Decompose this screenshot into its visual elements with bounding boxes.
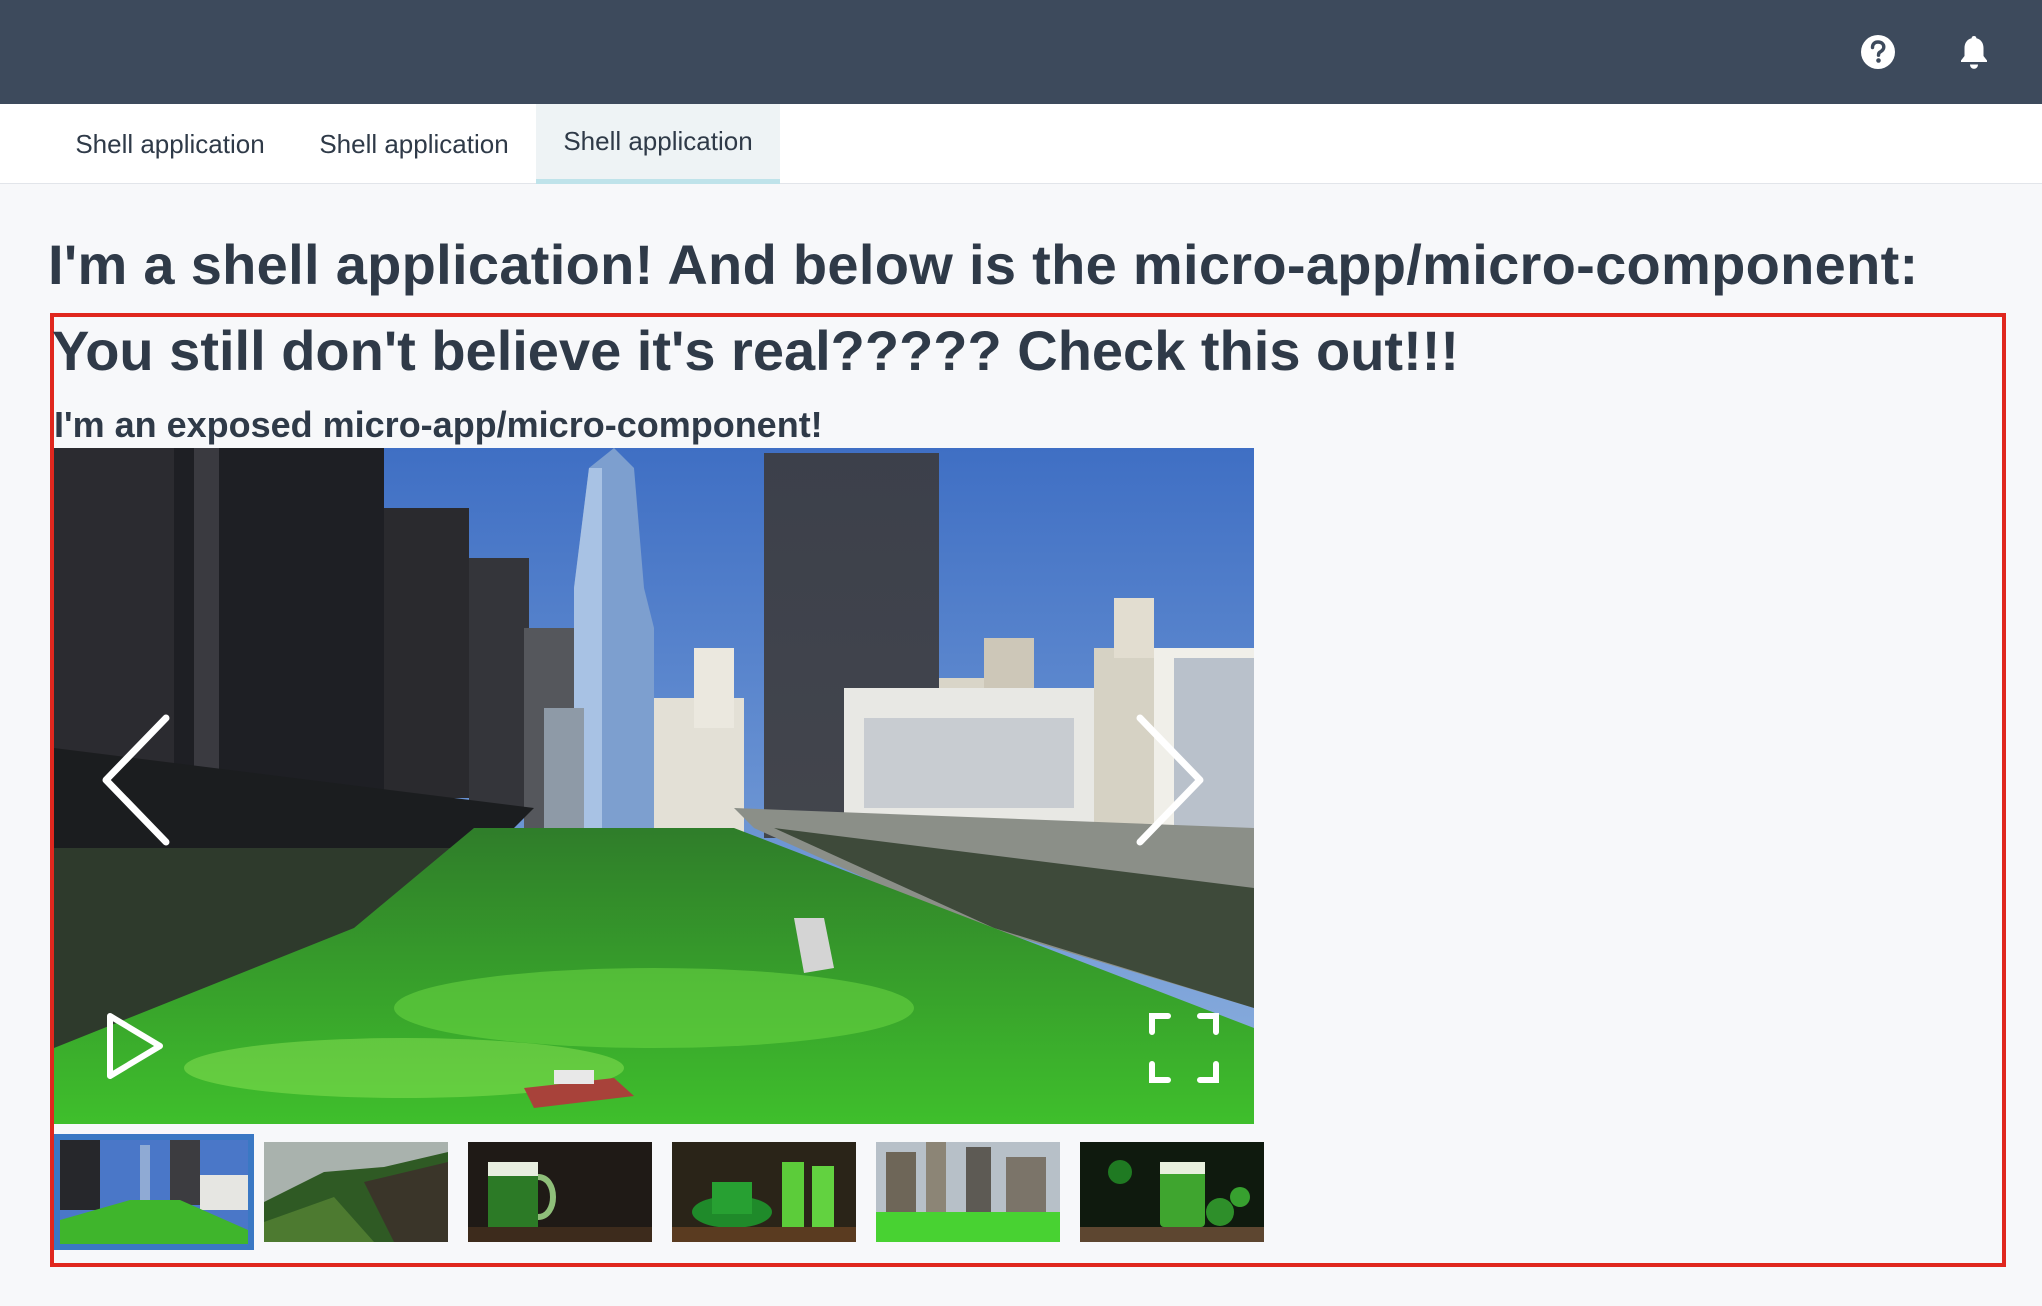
thumbnail-2[interactable] xyxy=(264,1142,448,1242)
thumbnail-image xyxy=(672,1142,856,1242)
previous-slide-button[interactable] xyxy=(94,710,184,850)
top-header-bar xyxy=(0,0,2042,104)
tab-bar: Shell application Shell application Shel… xyxy=(0,104,2042,184)
thumbnail-1[interactable] xyxy=(54,1134,254,1250)
bell-icon xyxy=(1961,36,1987,69)
notifications-button[interactable] xyxy=(1948,26,2000,78)
play-slideshow-button[interactable] xyxy=(100,1006,170,1086)
tab-shell-application-1[interactable]: Shell application xyxy=(52,104,288,184)
chevron-left-icon xyxy=(102,714,170,846)
thumbnail-6[interactable] xyxy=(1080,1142,1264,1242)
fullscreen-icon xyxy=(1149,1013,1219,1083)
thumbnail-image xyxy=(264,1142,448,1242)
thumbnail-5[interactable] xyxy=(876,1142,1060,1242)
image-gallery[interactable] xyxy=(54,448,1254,1124)
page-title: I'm a shell application! And below is th… xyxy=(48,233,1919,296)
thumbnail-image xyxy=(1080,1142,1264,1242)
micro-app-subtitle: I'm an exposed micro-app/micro-component… xyxy=(54,404,823,445)
thumbnail-4[interactable] xyxy=(672,1142,856,1242)
micro-app-title: You still don't believe it's real????? C… xyxy=(52,319,1460,382)
help-circle-icon xyxy=(1861,35,1895,69)
fullscreen-button[interactable] xyxy=(1144,1008,1224,1088)
thumbnail-image xyxy=(60,1140,248,1244)
tab-shell-application-3-active[interactable]: Shell application xyxy=(536,104,780,184)
next-slide-button[interactable] xyxy=(1122,710,1212,850)
gallery-main-image xyxy=(54,448,1254,1124)
thumbnail-image xyxy=(468,1142,652,1242)
play-icon xyxy=(107,1013,163,1079)
thumbnail-image xyxy=(876,1142,1060,1242)
thumbnail-3[interactable] xyxy=(468,1142,652,1242)
help-button[interactable] xyxy=(1852,26,1904,78)
thumbnail-strip xyxy=(54,1134,1264,1252)
chevron-right-icon xyxy=(1136,714,1204,846)
tab-shell-application-2[interactable]: Shell application xyxy=(296,104,532,184)
